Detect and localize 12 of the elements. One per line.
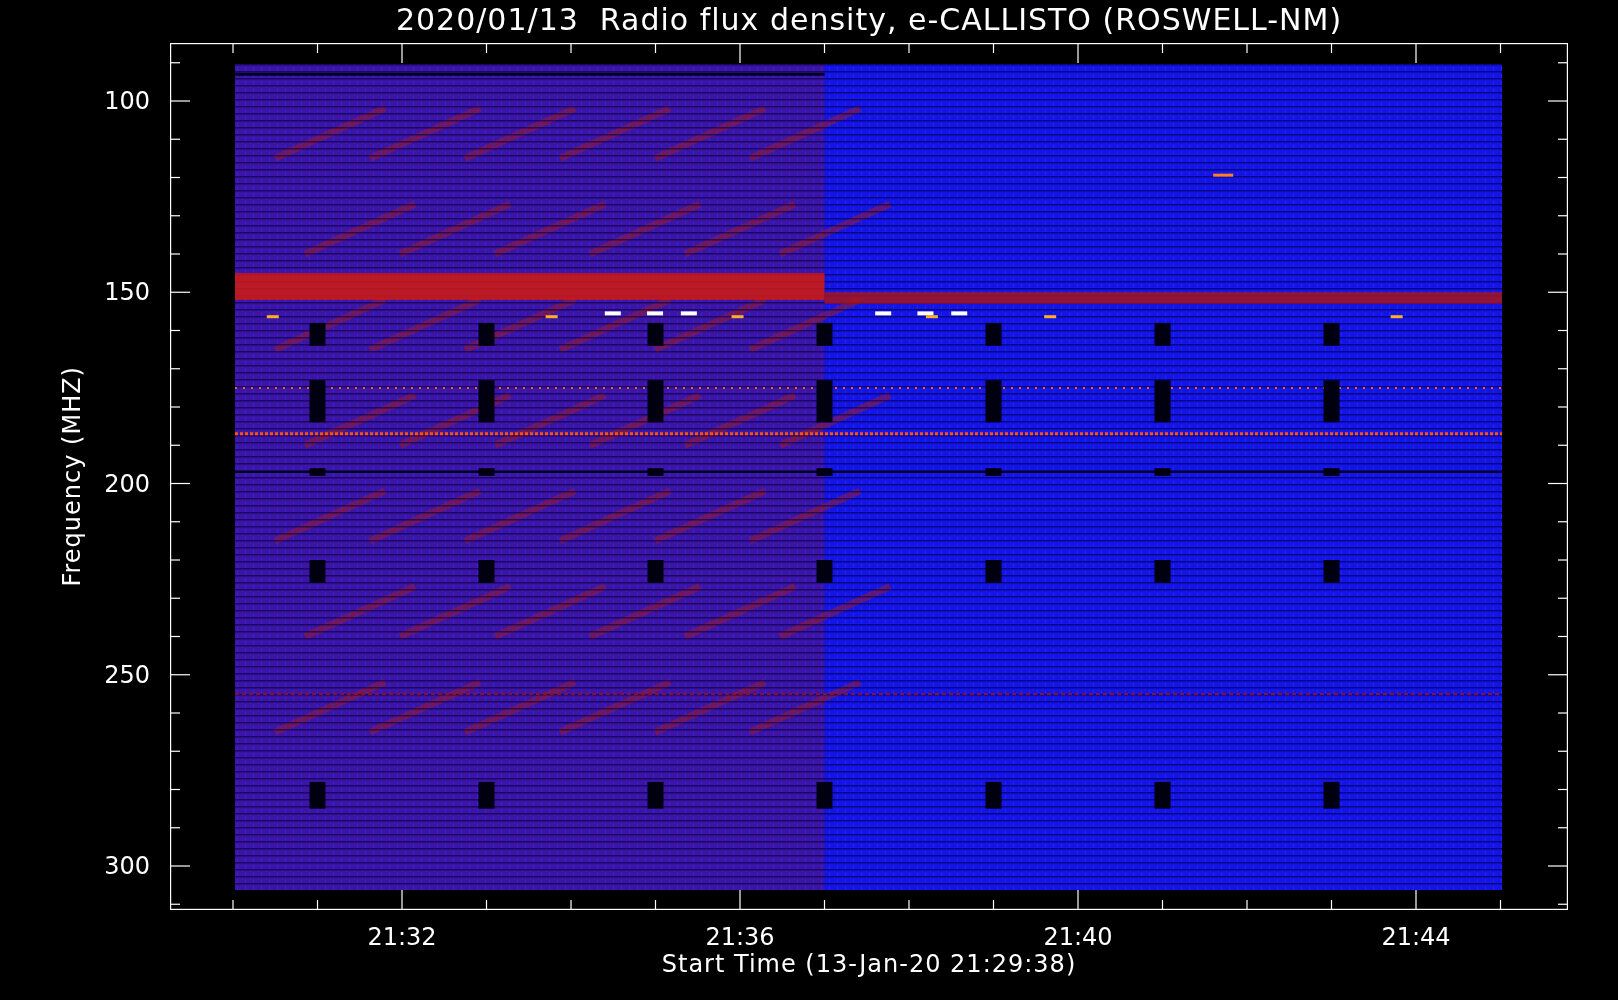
x-tick-label: 21:44 [1381,923,1451,951]
y-axis-label: Frequency (MHZ) [58,366,86,587]
x-tick-label: 21:32 [367,923,437,951]
x-axis-label: Start Time (13-Jan-20 21:29:38) [661,950,1077,978]
x-tick-label: 21:40 [1043,923,1113,951]
y-tick-label: 150 [104,278,150,307]
y-tick-label: 250 [104,660,150,689]
y-tick-label: 300 [104,852,150,880]
y-tick-label: 200 [104,469,150,498]
x-tick-label: 21:36 [705,923,775,951]
y-tick-label: 100 [104,87,150,115]
chart-title: 2020/01/13 Radio flux density, e-CALLISTO (ROSWELL-NM) [395,1,1343,39]
